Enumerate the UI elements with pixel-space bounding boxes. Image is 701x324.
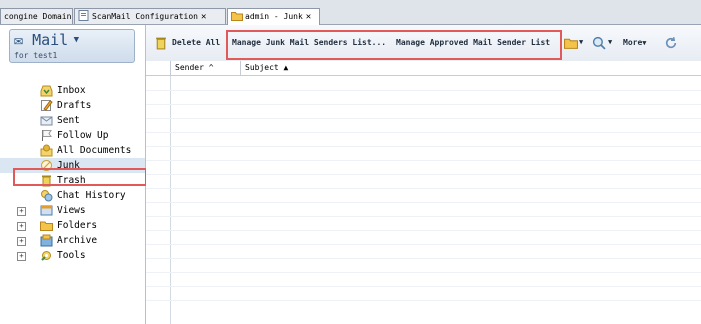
tab-admin-junk[interactable]: admin - Junk ✕ — [227, 8, 320, 25]
expand-icon[interactable]: + — [17, 237, 26, 246]
nav-item-views[interactable]: + Views — [0, 203, 145, 218]
nav-item-chat-history[interactable]: Chat History — [0, 188, 145, 203]
tab-label: ScanMail Configuration — [92, 12, 198, 21]
message-list — [146, 76, 701, 324]
expand-icon[interactable]: + — [17, 207, 26, 216]
row-divider — [146, 132, 701, 133]
close-icon[interactable]: ✕ — [306, 12, 311, 22]
inbox-icon — [40, 85, 53, 97]
mail-account-name: for test1 — [14, 51, 58, 60]
chevron-down-icon[interactable]: ▼ — [608, 38, 612, 46]
row-divider — [146, 244, 701, 245]
sent-icon — [40, 116, 53, 126]
more-button[interactable]: More▼ — [623, 38, 646, 47]
documents-icon — [40, 144, 53, 157]
tab-bar: congine Domain ScanMail Configuration ✕ a… — [0, 0, 701, 25]
folder-icon — [231, 12, 243, 21]
drafts-icon — [41, 100, 53, 111]
row-divider — [146, 104, 701, 105]
row-divider — [146, 188, 701, 189]
chat-icon — [41, 190, 53, 202]
nav-item-archive[interactable]: + Archive — [0, 233, 145, 248]
row-divider — [146, 286, 701, 287]
archive-icon — [40, 234, 53, 247]
page-icon — [78, 10, 89, 21]
sort-ascending-icon: ▲ — [283, 63, 289, 72]
row-divider — [146, 300, 701, 301]
chevron-down-icon: ▼ — [642, 39, 647, 47]
tab-label: admin - Junk — [245, 12, 303, 21]
nav-item-follow-up[interactable]: Follow Up — [0, 128, 145, 143]
row-divider — [146, 160, 701, 161]
nav-item-tools[interactable]: + Tools — [0, 248, 145, 263]
expand-icon[interactable]: + — [17, 252, 26, 261]
nav-item-drafts[interactable]: Drafts — [0, 98, 145, 113]
tab-congine-domain[interactable]: congine Domain — [0, 8, 73, 24]
row-divider — [146, 216, 701, 217]
row-divider — [146, 230, 701, 231]
column-header-sender[interactable]: Sender ^ — [170, 61, 245, 75]
delete-all-button[interactable]: Delete All — [172, 38, 220, 47]
nav-item-folders[interactable]: + Folders — [0, 218, 145, 233]
column-header-subject[interactable]: Subject ▲ — [240, 61, 700, 75]
nav-item-sent[interactable]: Sent — [0, 113, 145, 128]
close-icon[interactable]: ✕ — [201, 12, 206, 22]
tab-scanmail-configuration[interactable]: ScanMail Configuration ✕ — [74, 8, 226, 24]
mail-title: ✉ Mail ▼ — [14, 31, 80, 49]
column-header-row: Sender ^ Subject ▲ — [146, 61, 701, 76]
junk-highlight-box — [13, 168, 147, 186]
views-icon — [40, 205, 53, 216]
row-divider — [146, 202, 701, 203]
row-divider — [146, 174, 701, 175]
row-divider — [146, 258, 701, 259]
search-icon[interactable] — [592, 36, 606, 50]
nav-item-inbox[interactable]: Inbox — [0, 83, 145, 98]
chevron-down-icon[interactable]: ▼ — [579, 38, 583, 46]
folder-icon — [40, 221, 53, 231]
sort-icon: ^ — [208, 63, 214, 72]
row-divider — [146, 146, 701, 147]
flag-icon — [42, 130, 52, 141]
chevron-down-icon: ▼ — [68, 35, 80, 45]
tools-icon — [41, 251, 51, 261]
row-divider — [146, 118, 701, 119]
mail-switcher[interactable]: ✉ Mail ▼ for test1 — [9, 29, 135, 63]
manage-lists-highlight-box — [226, 30, 562, 60]
folder-icon[interactable] — [564, 36, 578, 50]
expand-icon[interactable]: + — [17, 222, 26, 231]
mail-icon: ✉ — [14, 31, 24, 49]
row-divider — [146, 272, 701, 273]
trash-icon — [156, 37, 166, 50]
nav-item-all-documents[interactable]: All Documents — [0, 143, 145, 158]
row-divider — [146, 90, 701, 91]
tab-label: congine Domain — [4, 12, 72, 21]
refresh-icon[interactable] — [664, 36, 678, 50]
